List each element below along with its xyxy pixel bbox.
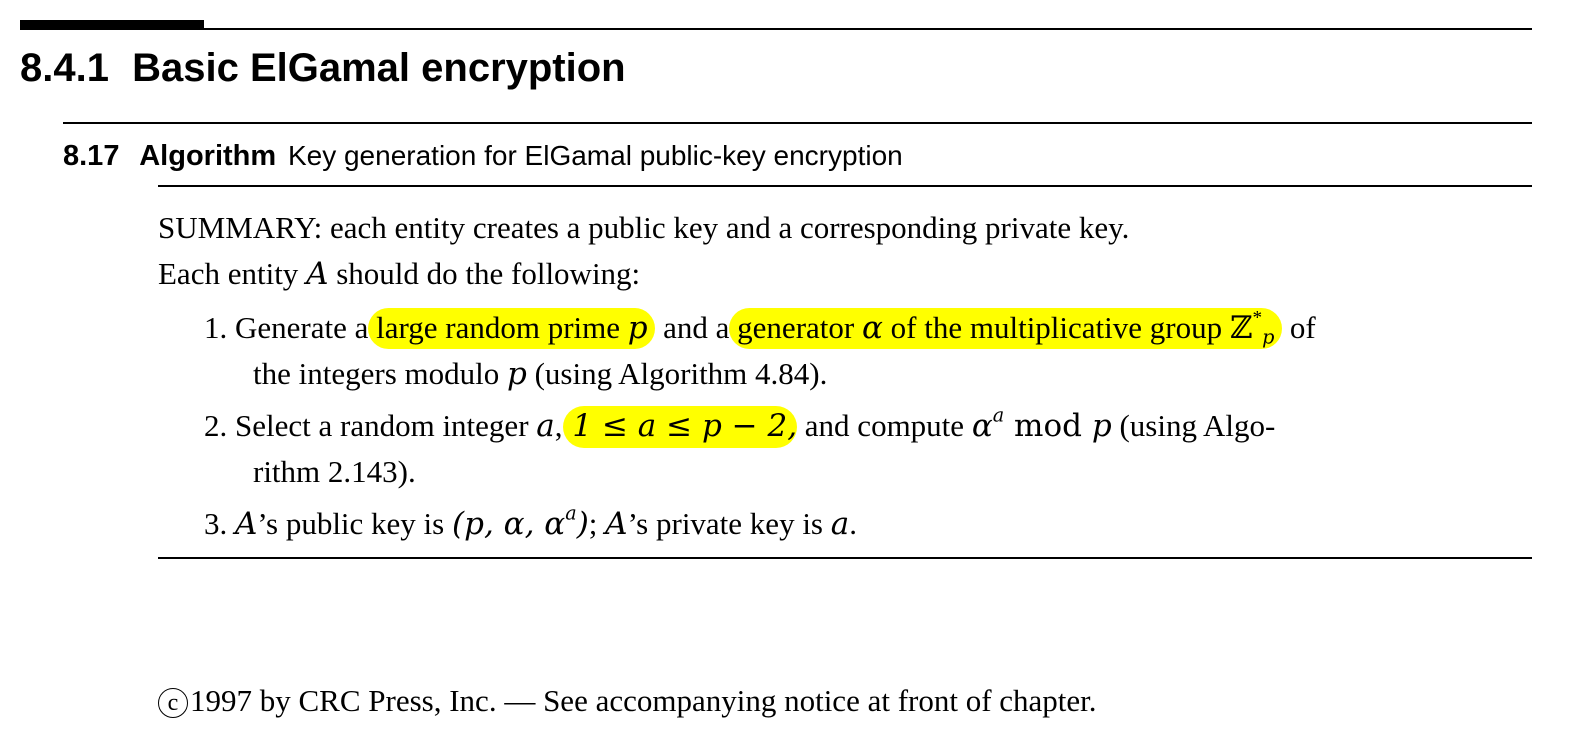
highlight-var: α xyxy=(861,310,883,346)
algorithm-title: Key generation for ElGamal public-key en… xyxy=(287,140,903,171)
highlight-large-random-prime: large random prime p xyxy=(368,308,656,349)
intro-after: should do the following: xyxy=(328,256,641,291)
step-number: 1. xyxy=(204,310,228,345)
step-text: (using Algorithm 4.84). xyxy=(526,356,828,391)
highlight-generator: generator α of the multiplicative group … xyxy=(729,307,1283,349)
highlight-text: large random prime xyxy=(368,310,628,345)
step-var: A xyxy=(235,506,258,542)
step-1: 1. Generate a large random prime p and a… xyxy=(204,307,1316,349)
section-heading: 8.4.1 Basic ElGamal encryption xyxy=(20,46,626,91)
step-text: , xyxy=(554,408,563,443)
expr-exp: a xyxy=(992,403,1005,427)
algorithm-heading: 8.17 Algorithm Key generation for ElGama… xyxy=(63,140,903,173)
section-rule-thick xyxy=(20,20,204,30)
step-text: (using Algo- xyxy=(1111,408,1276,443)
section-rule-top xyxy=(204,28,1532,30)
algorithm-rule-bottom xyxy=(158,557,1532,559)
step-number: 3. xyxy=(204,506,228,541)
copyright-footer: c 1997 by CRC Press, Inc. — See accompany… xyxy=(158,683,1097,719)
step-2-continued: rithm 2.143). xyxy=(253,454,416,489)
copyright-text: 1997 by CRC Press, Inc. — See accompanyi… xyxy=(190,683,1097,718)
group-symbol: ℤ xyxy=(1229,310,1253,346)
step-3: 3. A’s public key is (p, α, αa); A’s pri… xyxy=(204,503,857,542)
intro-before: Each entity xyxy=(158,256,307,291)
highlight-range: 1 ≤ a ≤ p − 2, xyxy=(562,406,798,448)
step-var: p xyxy=(1091,408,1112,444)
mod-operator: mod xyxy=(1004,408,1092,444)
step-1-continued: the integers modulo p (using Algorithm 4… xyxy=(253,356,827,392)
step-var: A xyxy=(605,506,628,542)
step-var: p xyxy=(506,356,527,392)
intro-line: Each entity A should do the following: xyxy=(158,256,640,292)
step-number: 2. xyxy=(204,408,228,443)
step-text: and a xyxy=(655,310,730,345)
step-text: ’s private key is xyxy=(627,506,831,541)
group-sup: * xyxy=(1252,307,1263,329)
highlight-var: p xyxy=(627,310,648,346)
summary-text: SUMMARY: each entity creates a public ke… xyxy=(158,210,1130,245)
step-text: Generate a xyxy=(235,310,369,345)
algorithm-number: 8.17 xyxy=(63,140,120,172)
public-key-exp: a xyxy=(565,501,577,525)
highlight-text: generator xyxy=(729,310,862,345)
step-text: ’s public key is xyxy=(257,506,452,541)
copyright-icon: c xyxy=(158,688,188,718)
expr-base: α xyxy=(971,408,993,444)
public-key-close: ) xyxy=(576,506,589,542)
algorithm-keyword: Algorithm xyxy=(139,140,277,172)
algorithm-rule-top xyxy=(63,122,1532,124)
step-text: the integers modulo xyxy=(253,356,507,391)
section-number: 8.4.1 xyxy=(20,46,109,90)
step-text: and compute xyxy=(797,408,972,443)
intro-var: A xyxy=(306,256,329,292)
step-var: a xyxy=(536,408,555,444)
public-key: (p, α, α xyxy=(452,506,566,542)
section-title: Basic ElGamal encryption xyxy=(132,46,626,90)
step-text: of xyxy=(1282,310,1316,345)
private-key: a xyxy=(830,506,850,542)
step-text: . xyxy=(849,506,857,541)
group-sub: p xyxy=(1262,325,1275,349)
step-2: 2. Select a random integer a, 1 ≤ a ≤ p … xyxy=(204,405,1276,448)
algorithm-rule-header xyxy=(158,185,1532,187)
step-text: Select a random integer xyxy=(235,408,537,443)
highlight-text: of the multiplicative group xyxy=(882,310,1230,345)
step-text: ; xyxy=(588,506,606,541)
